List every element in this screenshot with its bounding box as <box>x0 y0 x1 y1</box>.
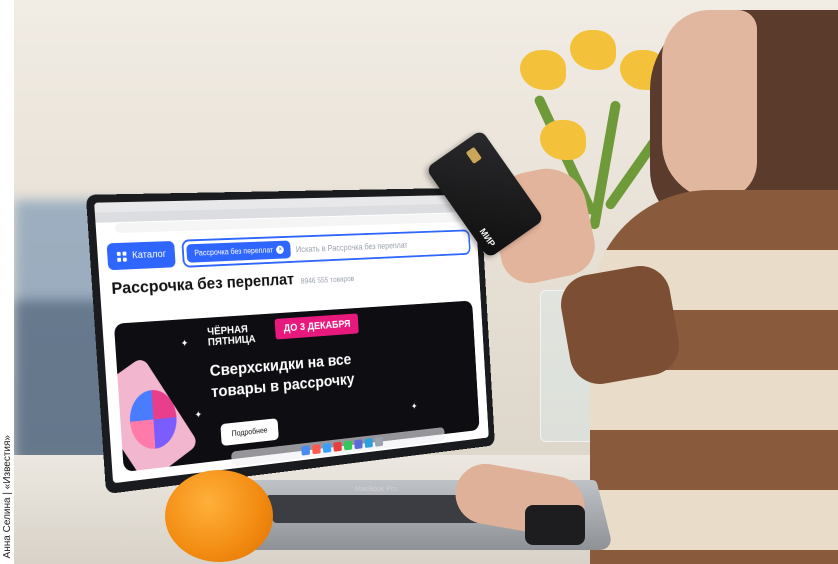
grid-icon <box>116 251 127 262</box>
laptop-model-label: MacBook Pro <box>355 486 398 493</box>
app-icon[interactable] <box>332 441 342 452</box>
page-title: Рассрочка без переплат <box>110 270 295 298</box>
more-details-button[interactable]: Подробнее <box>220 418 279 447</box>
laptop-display: Каталог Рассрочка без переплат × Искать … <box>94 194 489 484</box>
photo-scene: Каталог Рассрочка без переплат × Искать … <box>0 0 838 564</box>
photo-credit: Анна Селина | «Известия» <box>2 434 13 558</box>
person-face <box>662 10 757 200</box>
sweater-sleeve <box>556 261 684 389</box>
app-icon[interactable] <box>343 440 352 451</box>
sparkle-icon: ✦ <box>180 338 189 350</box>
search-filter-chip[interactable]: Рассрочка без переплат × <box>186 240 292 263</box>
telegram-icon[interactable] <box>364 438 373 449</box>
finder-icon[interactable] <box>300 445 310 456</box>
catalog-button[interactable]: Каталог <box>106 240 177 271</box>
date-tag: ДО 3 ДЕКАБРЯ <box>274 313 360 340</box>
close-icon[interactable]: × <box>276 245 285 255</box>
sparkle-icon: ✦ <box>410 401 418 413</box>
smart-watch <box>525 505 585 545</box>
card-chip <box>465 146 482 165</box>
tangerine <box>165 470 273 562</box>
search-placeholder: Искать в Рассрочка без переплат <box>295 240 408 254</box>
banner-headline: Сверхскидки на все товары в рассрочку <box>209 350 355 402</box>
photo-credit-strip: Анна Селина | «Известия» <box>0 0 14 564</box>
black-friday-badge: ЧЁРНАЯ ПЯТНИЦА <box>206 323 256 349</box>
laptop-screen-lid: Каталог Рассрочка без переплат × Искать … <box>85 187 495 495</box>
catalog-button-label: Каталог <box>131 249 167 262</box>
search-chip-label: Рассрочка без переплат <box>194 245 274 258</box>
card-brand: МИР <box>477 226 498 249</box>
app-icon[interactable] <box>353 439 363 450</box>
trash-icon[interactable] <box>374 436 383 447</box>
item-count: 8946 555 товаров <box>300 274 355 286</box>
sparkle-icon: ✦ <box>194 409 203 422</box>
calendar-icon[interactable] <box>311 444 321 455</box>
safari-icon[interactable] <box>322 442 331 454</box>
